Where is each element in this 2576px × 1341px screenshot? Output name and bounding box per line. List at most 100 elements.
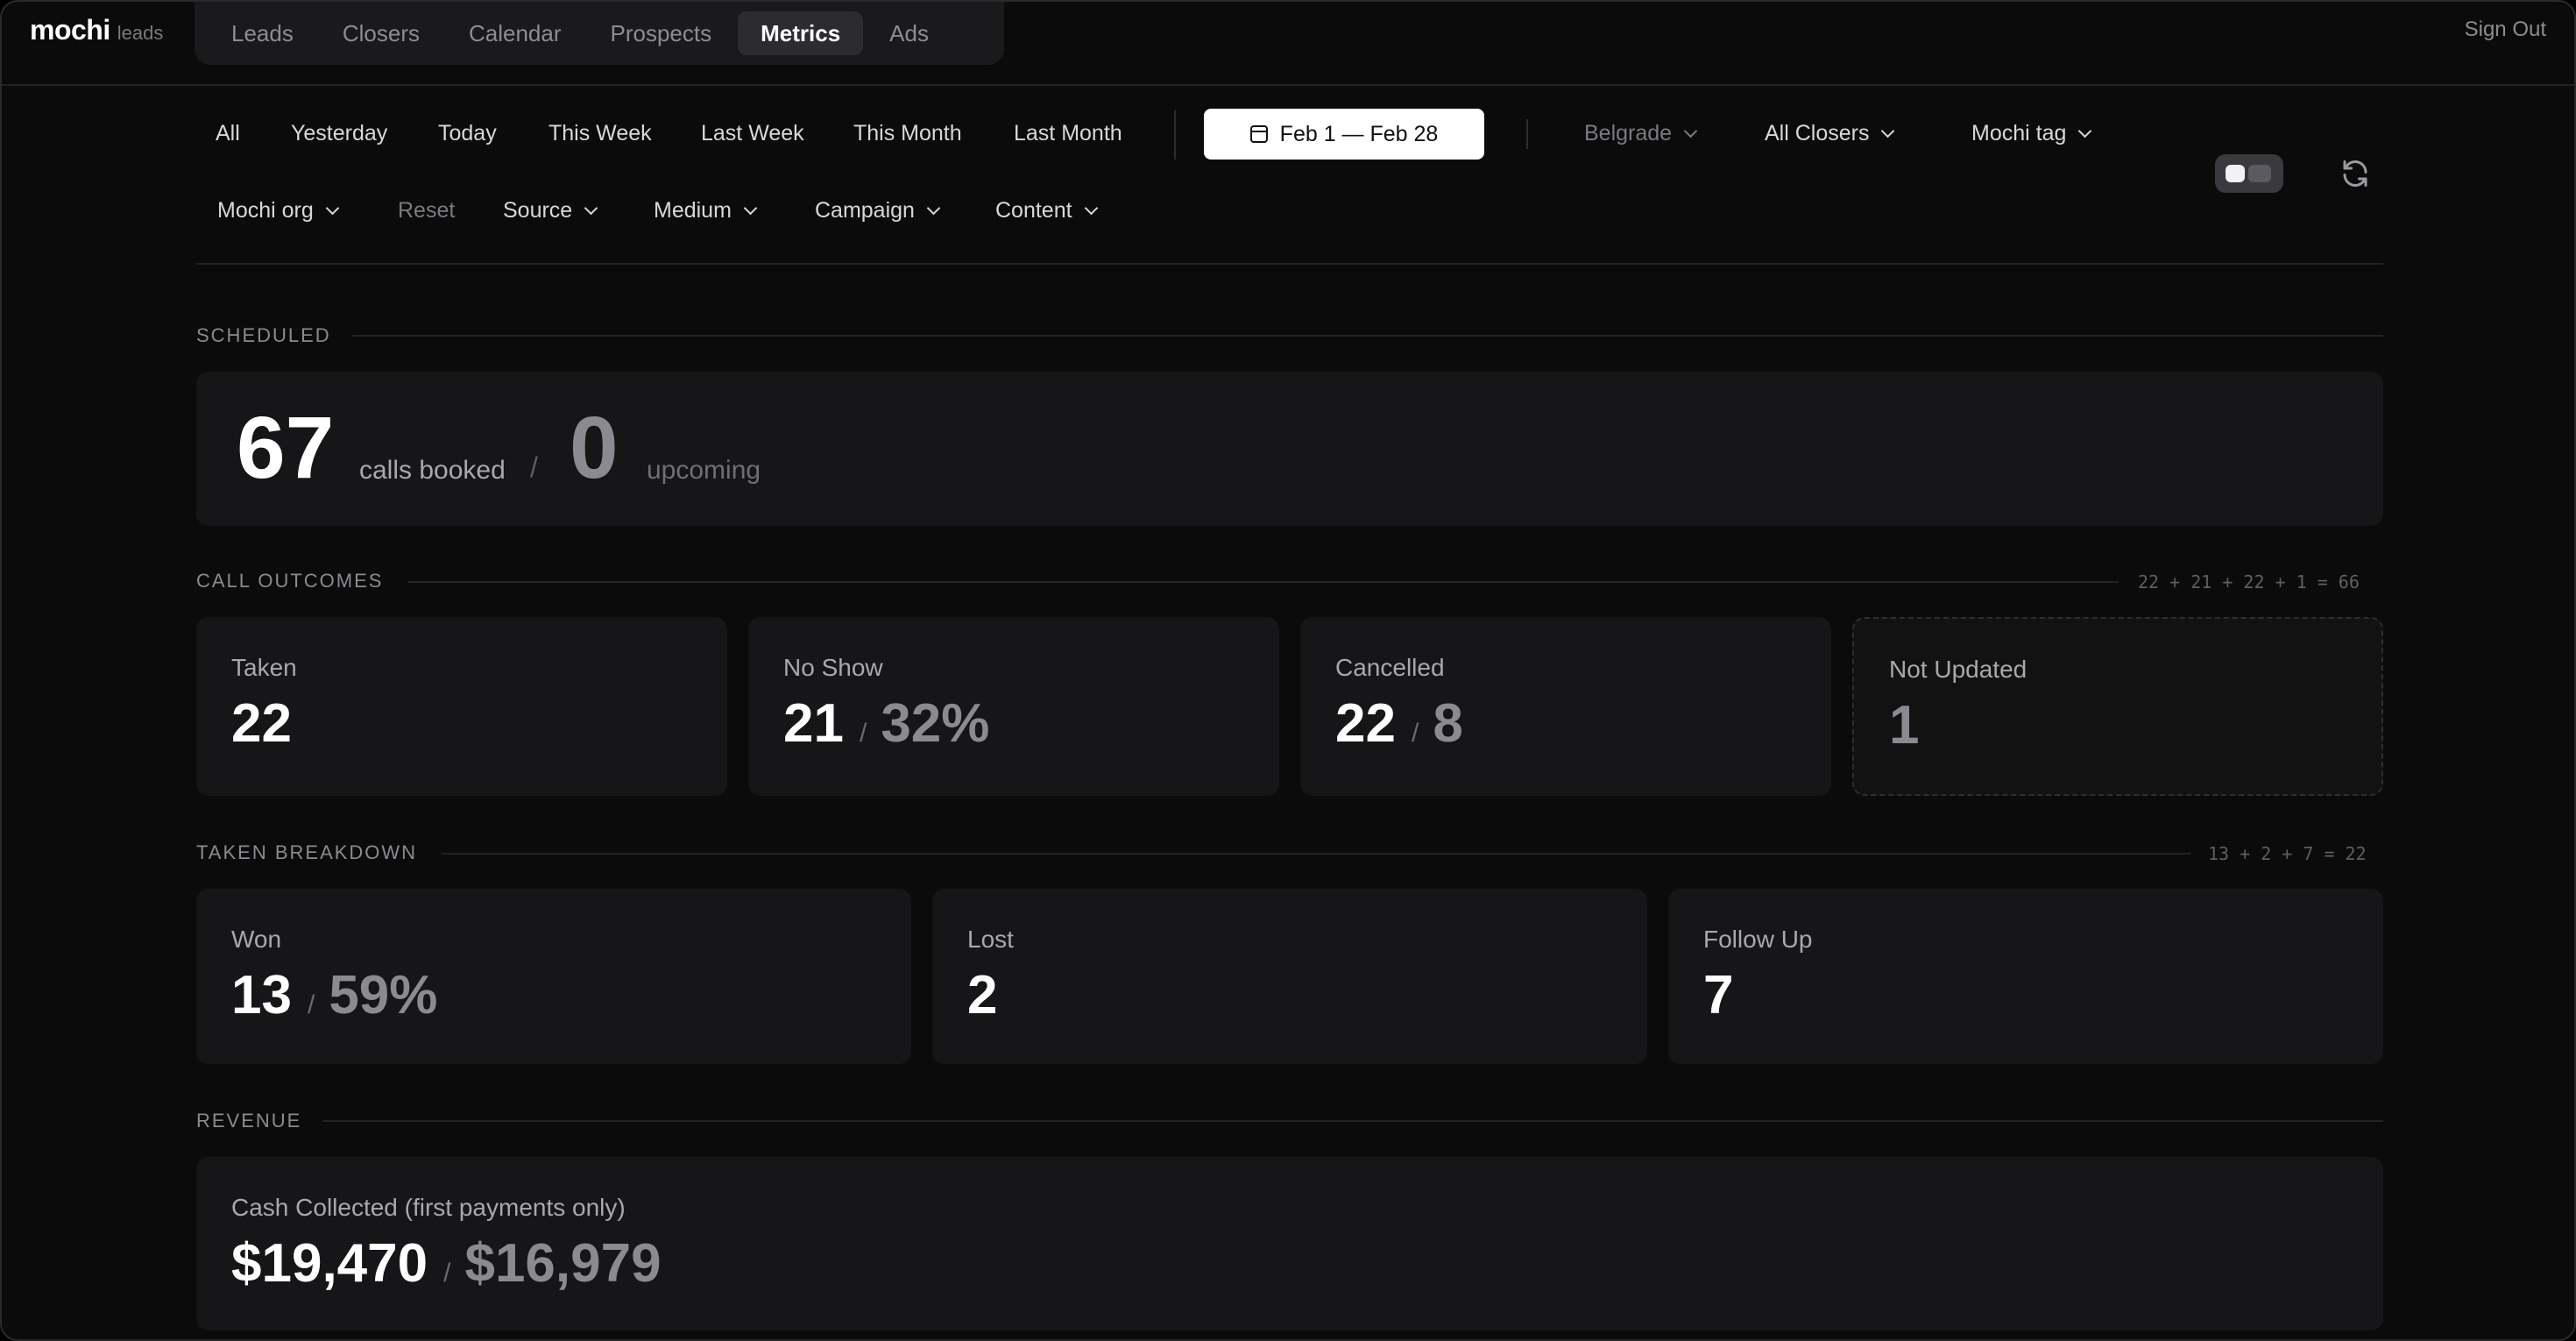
cancelled-value: 22 bbox=[1335, 693, 1396, 754]
closers-label: All Closers bbox=[1765, 121, 1870, 145]
source-label: Source bbox=[503, 198, 573, 223]
refresh-icon[interactable] bbox=[2339, 158, 2371, 189]
taken-card: Taken 22 bbox=[196, 617, 727, 796]
filters-divider bbox=[196, 263, 2383, 265]
toggle-knob bbox=[2226, 165, 2245, 182]
taken-breakdown-sum: 13 + 2 + 7 = 22 bbox=[2208, 843, 2367, 864]
not-updated-card: Not Updated 1 bbox=[1852, 617, 2383, 796]
won-value: 13 bbox=[231, 965, 292, 1025]
source-select[interactable]: Source bbox=[503, 198, 598, 224]
chevron-down-icon bbox=[743, 201, 758, 216]
won-label: Won bbox=[231, 926, 282, 953]
cancelled-card: Cancelled 22 / 8 bbox=[1300, 617, 1831, 796]
chevron-down-icon bbox=[2078, 124, 2092, 138]
lost-card: Lost 2 bbox=[932, 889, 1647, 1064]
calendar-icon bbox=[1249, 125, 1268, 143]
range-yesterday[interactable]: Yesterday bbox=[291, 121, 387, 146]
upcoming-value: 0 bbox=[570, 399, 619, 497]
section-divider bbox=[352, 335, 2383, 337]
not-updated-value-row: 1 bbox=[1889, 694, 1919, 756]
tag-select[interactable]: Mochi tag bbox=[1971, 121, 2092, 146]
content-select[interactable]: Content bbox=[995, 198, 1098, 224]
section-label-scheduled: SCHEDULED bbox=[196, 324, 331, 346]
chevron-down-icon bbox=[325, 201, 340, 216]
section-divider bbox=[408, 581, 2119, 583]
toggle-track bbox=[2248, 165, 2271, 182]
view-toggle[interactable] bbox=[2215, 154, 2283, 193]
section-divider bbox=[322, 1120, 2383, 1122]
section-label-revenue: REVENUE bbox=[196, 1110, 302, 1132]
call-outcomes-sum: 22 + 21 + 22 + 1 = 66 bbox=[2138, 571, 2360, 592]
scheduled-separator: / bbox=[530, 451, 538, 483]
timezone-label: Belgrade bbox=[1584, 121, 1673, 145]
taken-label: Taken bbox=[231, 654, 297, 681]
not-updated-value: 1 bbox=[1889, 695, 1920, 756]
app-window: mochi leads Leads Closers Calendar Prosp… bbox=[0, 0, 2576, 1341]
org-select[interactable]: Mochi org bbox=[217, 198, 340, 224]
filter-divider bbox=[1526, 119, 1528, 149]
range-last-month[interactable]: Last Month bbox=[1014, 121, 1122, 146]
won-value-row: 13 / 59% bbox=[231, 964, 437, 1026]
range-today[interactable]: Today bbox=[438, 121, 497, 146]
timezone-select[interactable]: Belgrade bbox=[1584, 121, 1698, 146]
won-card: Won 13 / 59% bbox=[196, 889, 911, 1064]
value-separator: / bbox=[859, 719, 867, 748]
chevron-down-icon bbox=[584, 201, 598, 216]
calls-booked-caption: calls booked bbox=[359, 456, 506, 485]
tab-metrics[interactable]: Metrics bbox=[738, 11, 864, 55]
chevron-down-icon bbox=[1683, 124, 1698, 138]
follow-up-value-row: 7 bbox=[1703, 964, 1733, 1026]
medium-select[interactable]: Medium bbox=[654, 198, 758, 224]
org-label: Mochi org bbox=[217, 198, 314, 223]
cash-collected-sub-value: $16,979 bbox=[464, 1233, 662, 1294]
no-show-label: No Show bbox=[783, 654, 883, 681]
section-label-taken-breakdown: TAKEN BREAKDOWN bbox=[196, 841, 418, 863]
section-label-call-outcomes: CALL OUTCOMES bbox=[196, 570, 384, 592]
logo[interactable]: mochi leads bbox=[30, 14, 163, 46]
range-this-month[interactable]: This Month bbox=[853, 121, 962, 146]
tab-leads[interactable]: Leads bbox=[209, 11, 316, 55]
range-all[interactable]: All bbox=[216, 121, 240, 146]
cancelled-label: Cancelled bbox=[1335, 654, 1445, 681]
cash-collected-value-row: $19,470 / $16,979 bbox=[231, 1232, 662, 1295]
no-show-value-row: 21 / 32% bbox=[783, 692, 989, 755]
campaign-label: Campaign bbox=[815, 198, 915, 223]
no-show-value: 21 bbox=[783, 693, 844, 754]
brand-sub: leads bbox=[117, 22, 164, 44]
campaign-select[interactable]: Campaign bbox=[815, 198, 941, 224]
sign-out-link[interactable]: Sign Out bbox=[2465, 18, 2546, 42]
reset-button[interactable]: Reset bbox=[398, 198, 455, 224]
lost-value-row: 2 bbox=[967, 964, 997, 1026]
date-range-label: Feb 1 — Feb 28 bbox=[1279, 121, 1439, 146]
tab-ads[interactable]: Ads bbox=[867, 11, 952, 55]
brand-name: mochi bbox=[30, 14, 110, 46]
medium-label: Medium bbox=[654, 198, 732, 223]
date-range-picker[interactable]: Feb 1 — Feb 28 bbox=[1204, 109, 1484, 160]
cash-collected-label: Cash Collected (first payments only) bbox=[231, 1194, 626, 1221]
value-separator: / bbox=[1411, 719, 1419, 748]
range-this-week[interactable]: This Week bbox=[548, 121, 652, 146]
chevron-down-icon bbox=[1084, 201, 1098, 216]
no-show-rate: 32% bbox=[881, 693, 990, 754]
lost-label: Lost bbox=[967, 926, 1014, 953]
scheduled-card bbox=[196, 372, 2383, 526]
tab-prospects[interactable]: Prospects bbox=[588, 11, 735, 55]
taken-value: 22 bbox=[231, 693, 292, 754]
cancelled-value-row: 22 / 8 bbox=[1335, 692, 1463, 755]
closers-select[interactable]: All Closers bbox=[1765, 121, 1895, 146]
range-last-week[interactable]: Last Week bbox=[701, 121, 804, 146]
cash-collected-value: $19,470 bbox=[231, 1233, 428, 1294]
taken-value-row: 22 bbox=[231, 692, 292, 755]
top-bar: mochi leads Leads Closers Calendar Prosp… bbox=[2, 2, 2574, 86]
value-separator: / bbox=[443, 1259, 451, 1288]
calls-booked-value: 67 bbox=[237, 399, 335, 497]
filter-divider bbox=[1174, 110, 1176, 160]
upcoming-caption: upcoming bbox=[647, 456, 761, 485]
tab-calendar[interactable]: Calendar bbox=[446, 11, 584, 55]
tab-closers[interactable]: Closers bbox=[320, 11, 442, 55]
main-nav: Leads Closers Calendar Prospects Metrics… bbox=[195, 2, 1004, 65]
tag-label: Mochi tag bbox=[1971, 121, 2067, 145]
lost-value: 2 bbox=[967, 965, 998, 1025]
won-rate: 59% bbox=[329, 965, 438, 1025]
cancelled-sub-value: 8 bbox=[1433, 693, 1463, 754]
